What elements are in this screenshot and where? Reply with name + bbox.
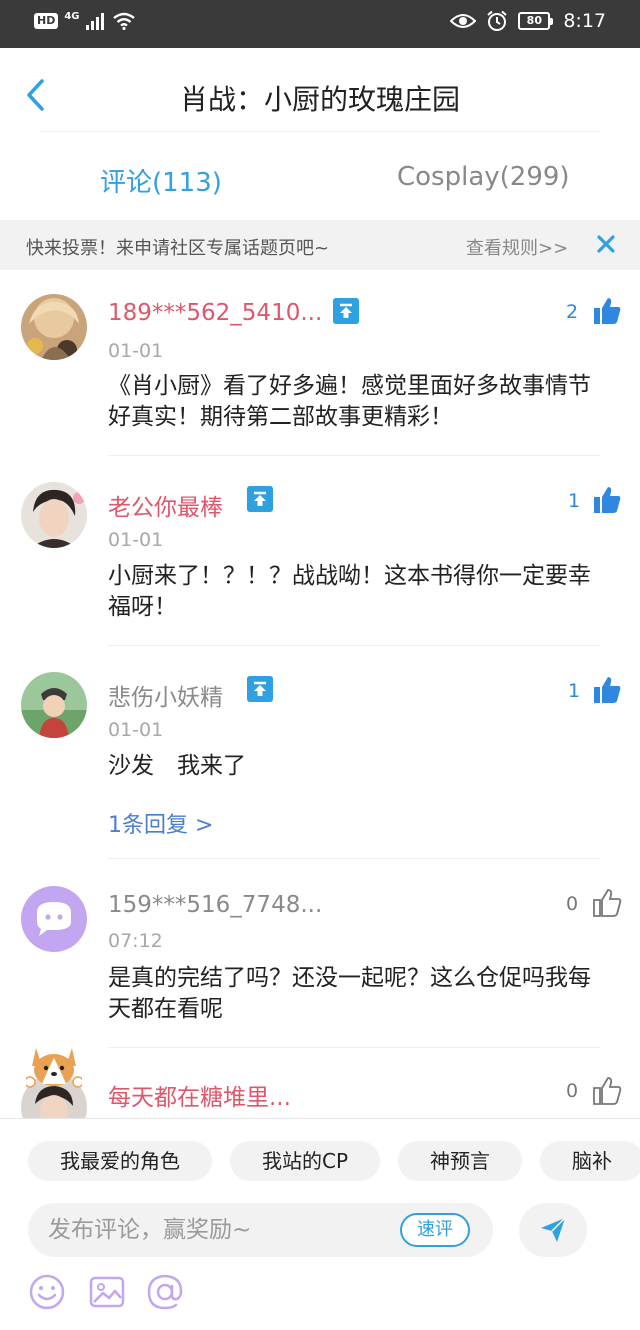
page-title: 肖战：小厨的玫瑰庄园	[179, 83, 460, 116]
comment-composer: 我最爱的角色 我站的CP 神预言 脑补 速评	[0, 1118, 640, 1330]
tab-cosplay[interactable]: Cosplay(299)	[397, 162, 570, 192]
alarm-icon	[487, 10, 507, 31]
battery-level: 80	[518, 12, 551, 30]
topic-tag[interactable]: 脑补	[540, 1141, 640, 1181]
topic-tag[interactable]: 神预言	[398, 1141, 523, 1181]
avatar[interactable]	[21, 672, 87, 738]
comment-date: 01-01	[108, 719, 164, 741]
thumbs-up-icon[interactable]	[592, 485, 622, 515]
emoji-icon[interactable]	[28, 1273, 66, 1311]
comment-text: 《肖小厨》看了好多遍！感觉里面好多故事情节好真实！期待第二部故事更精彩！	[108, 373, 591, 430]
topic-tags: 我最爱的角色 我站的CP 神预言 脑补	[28, 1141, 640, 1181]
comment-date: 07:12	[108, 930, 163, 952]
comment-username[interactable]: 每天都在糖堆里...	[108, 1078, 291, 1112]
quick-review-button[interactable]: 速评	[400, 1213, 470, 1247]
clock: 8:17	[563, 10, 606, 32]
send-icon	[541, 1217, 566, 1242]
comment-text: 沙发 我来了	[108, 753, 246, 779]
comment-item: 老公你最棒 1 01-01 小厨来了！？！？战战呦！这本书得你一定要幸福呀！	[0, 460, 640, 646]
comment-username[interactable]: 悲伤小妖精	[108, 678, 223, 712]
like-count: 0	[566, 1080, 579, 1102]
view-replies-link[interactable]: 1条回复 >	[108, 807, 213, 839]
image-icon[interactable]	[88, 1273, 126, 1311]
title-bar: 肖战：小厨的玫瑰庄园	[0, 48, 640, 132]
thumbs-up-icon[interactable]	[592, 296, 622, 326]
comment-text: 是真的完结了吗？还没一起呢？这么仓促吗我每天都在看呢	[108, 965, 591, 1022]
comment-date: 01-01	[108, 340, 164, 362]
comment-item: 每天都在糖堆里... 0	[0, 1044, 640, 1118]
mention-icon[interactable]	[146, 1273, 184, 1311]
close-icon[interactable]	[596, 233, 616, 255]
like-count: 0	[566, 893, 579, 915]
battery-icon: 80	[518, 12, 554, 30]
tab-comments[interactable]: 评论(113)	[100, 162, 222, 199]
eye-icon	[450, 14, 477, 28]
notice-bar: 快来投票！来申请社区专属话题页吧~ 查看规则>>	[0, 220, 640, 270]
comment-divider	[108, 858, 600, 859]
avatar[interactable]	[21, 886, 87, 952]
topic-tag[interactable]: 我站的CP	[230, 1141, 381, 1181]
hd-badge: HD	[34, 13, 59, 29]
avatar[interactable]	[21, 294, 87, 360]
thumbs-up-outline-icon[interactable]	[592, 888, 622, 918]
like-count: 1	[568, 490, 581, 512]
comment-divider	[108, 645, 600, 646]
comment-divider	[108, 455, 600, 456]
send-button[interactable]	[519, 1203, 587, 1257]
comment-text: 小厨来了！？！？战战呦！这本书得你一定要幸福呀！	[108, 563, 591, 620]
wifi-icon	[112, 12, 135, 30]
corgi-avatar-frame-icon	[26, 1048, 82, 1088]
comment-username[interactable]: 159***516_7748...	[108, 892, 322, 918]
comment-username[interactable]: 189***562_5410...	[108, 300, 322, 326]
thumbs-up-outline-icon[interactable]	[592, 1076, 622, 1106]
comment-input[interactable]	[48, 1203, 388, 1257]
tab-bar: 评论(113) Cosplay(299)	[0, 132, 640, 220]
top-badge-icon	[247, 676, 273, 702]
comment-date: 01-01	[108, 529, 164, 551]
top-badge-icon	[333, 298, 359, 324]
network-type: 4G	[64, 11, 80, 22]
comment-item: 189***562_5410... 2 01-01 《肖小厨》看了好多遍！感觉里…	[0, 270, 640, 456]
topic-tag[interactable]: 我最爱的角色	[28, 1141, 212, 1181]
comment-input-container: 速评	[28, 1203, 493, 1257]
comment-username[interactable]: 老公你最棒	[108, 488, 223, 522]
status-bar: HD 4G 80 8:17	[0, 0, 640, 48]
top-badge-icon	[247, 486, 273, 512]
like-count: 2	[566, 301, 579, 323]
avatar[interactable]	[21, 482, 87, 548]
comment-item: 悲伤小妖精 1 01-01 沙发 我来了 1条回复 >	[0, 650, 640, 860]
like-count: 1	[568, 680, 581, 702]
signal-icon	[85, 13, 104, 30]
comment-item: 159***516_7748... 0 07:12 是真的完结了吗？还没一起呢？…	[0, 862, 640, 1048]
view-rules-link[interactable]: 查看规则>>	[466, 234, 568, 260]
notice-text: 快来投票！来申请社区专属话题页吧~	[26, 238, 330, 259]
thumbs-up-icon[interactable]	[592, 675, 622, 705]
